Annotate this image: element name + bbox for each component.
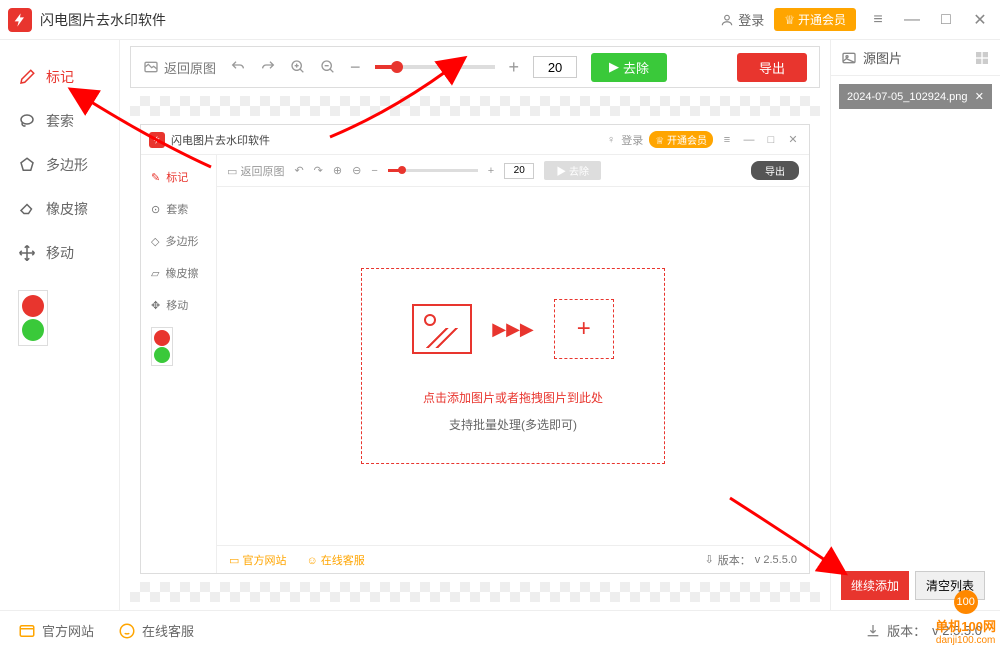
inner-redo-icon[interactable]: ↷: [314, 164, 323, 177]
remove-button[interactable]: ▶ 去除: [591, 53, 667, 82]
inner-color-green[interactable]: [154, 347, 170, 363]
footer: 官方网站 在线客服 版本：v 2.5.5.0: [0, 610, 1000, 650]
drop-text-2: 支持批量处理(多选即可): [412, 416, 614, 433]
tool-polygon[interactable]: 多边形: [0, 143, 119, 187]
inner-min[interactable]: —: [741, 134, 757, 146]
inner-tool-polygon[interactable]: ◇多边形: [141, 225, 216, 257]
color-green[interactable]: [22, 319, 44, 341]
inner-login[interactable]: 登录: [621, 132, 643, 148]
inner-tool-eraser[interactable]: ▱橡皮擦: [141, 257, 216, 289]
minimize-button[interactable]: —: [900, 8, 924, 32]
crown-icon: ♕: [784, 13, 795, 27]
redo-icon[interactable]: [260, 59, 276, 75]
inner-undo-icon[interactable]: ↶: [294, 164, 303, 177]
inner-service-link[interactable]: ☺ 在线客服: [306, 552, 364, 568]
image-icon: [841, 50, 857, 66]
triple-arrow-icon: ▶▶▶: [492, 319, 534, 340]
left-sidebar: 标记 套索 多边形 橡皮擦 移动: [0, 40, 120, 610]
app-logo: [8, 8, 32, 32]
inner-max[interactable]: □: [763, 134, 779, 146]
app-title: 闪电图片去水印软件: [40, 10, 720, 30]
plus-icon[interactable]: +: [509, 57, 520, 78]
inner-version: ⇩ 版本：v 2.5.5.0: [705, 552, 797, 568]
inner-remove-btn[interactable]: ▶ 去除: [544, 161, 601, 180]
undo-icon[interactable]: [230, 59, 246, 75]
remove-label: 去除: [623, 58, 649, 77]
drop-text-1: 点击添加图片或者拖拽图片到此处: [412, 389, 614, 406]
tool-move[interactable]: 移动: [0, 231, 119, 275]
inner-slider[interactable]: [388, 169, 478, 172]
tool-eraser[interactable]: 橡皮擦: [0, 187, 119, 231]
back-to-original[interactable]: 返回原图: [143, 58, 216, 77]
file-name: 2024-07-05_102924.png: [847, 91, 968, 103]
inner-title: 闪电图片去水印软件: [171, 132, 607, 148]
add-box-icon: +: [554, 299, 614, 359]
menu-button[interactable]: ≡: [866, 8, 890, 32]
login-button[interactable]: 登录: [720, 10, 764, 29]
inner-tool-move[interactable]: ✥移动: [141, 289, 216, 321]
tool-eraser-label: 橡皮擦: [46, 199, 88, 219]
inner-tool-lasso[interactable]: ⊙套索: [141, 193, 216, 225]
site-label: 官方网站: [42, 621, 94, 640]
inner-export-btn[interactable]: 导出: [751, 161, 799, 180]
brush-slider[interactable]: [375, 65, 495, 69]
inner-site-link[interactable]: ▭ 官方网站: [229, 552, 286, 568]
right-panel: 源图片 2024-07-05_102924.png ✕ 继续添加 清空列表: [830, 40, 1000, 610]
inner-size-input[interactable]: [504, 163, 534, 179]
export-button[interactable]: 导出: [737, 53, 807, 82]
inner-menu[interactable]: ≡: [719, 134, 735, 146]
login-label: 登录: [738, 10, 764, 29]
toolbar: 返回原图 − + ▶ 去除 导出: [130, 46, 820, 88]
tool-lasso[interactable]: 套索: [0, 99, 119, 143]
tool-polygon-label: 多边形: [46, 155, 88, 175]
inner-zoomout-icon[interactable]: ⊖: [352, 164, 361, 177]
slider-thumb[interactable]: [391, 61, 403, 73]
inner-vip[interactable]: ♕ 开通会员: [649, 131, 713, 148]
inner-zoomin-icon[interactable]: ⊕: [333, 164, 342, 177]
image-placeholder-icon: [412, 304, 472, 354]
grid-icon[interactable]: [974, 50, 990, 66]
tool-move-label: 移动: [46, 243, 74, 263]
tool-marker-label: 标记: [46, 67, 74, 87]
vip-label: 开通会员: [798, 11, 846, 28]
watermark: 100 单机100网 danji100.com: [935, 590, 996, 646]
color-picker: [18, 290, 48, 346]
zoom-in-icon[interactable]: [290, 59, 306, 75]
panel-title: 源图片: [863, 48, 902, 67]
inner-back[interactable]: ▭ 返回原图: [227, 163, 284, 179]
maximize-button[interactable]: □: [934, 8, 958, 32]
file-remove-icon[interactable]: ✕: [975, 90, 984, 103]
watermark-logo: 100: [954, 590, 978, 614]
inner-tool-marker[interactable]: ✎标记: [141, 161, 216, 193]
watermark-text: 单机100网: [935, 616, 996, 635]
inner-color-red[interactable]: [154, 330, 170, 346]
brush-size-input[interactable]: [533, 56, 577, 78]
tool-marker[interactable]: 标记: [0, 55, 119, 99]
inner-user-icon: ♀: [607, 134, 615, 146]
drop-zone[interactable]: ▶▶▶ + 点击添加图片或者拖拽图片到此处 支持批量处理(多选即可): [217, 187, 809, 545]
vip-button[interactable]: ♕ 开通会员: [774, 8, 856, 31]
close-button[interactable]: ✕: [968, 8, 992, 32]
online-service-link[interactable]: 在线客服: [118, 621, 194, 640]
inner-close[interactable]: ✕: [785, 133, 801, 146]
play-icon: ▶: [609, 59, 619, 75]
inner-window: 闪电图片去水印软件 ♀ 登录 ♕ 开通会员 ≡ — □ ✕ ✎标记 ⊙套索: [140, 124, 810, 574]
color-red[interactable]: [22, 295, 44, 317]
file-item[interactable]: 2024-07-05_102924.png ✕: [839, 84, 992, 109]
zoom-out-icon[interactable]: [320, 59, 336, 75]
back-label: 返回原图: [164, 58, 216, 77]
minus-icon[interactable]: −: [350, 57, 361, 78]
tool-lasso-label: 套索: [46, 111, 74, 131]
watermark-url: danji100.com: [935, 635, 996, 646]
service-label: 在线客服: [142, 621, 194, 640]
official-site-link[interactable]: 官方网站: [18, 621, 94, 640]
continue-add-button[interactable]: 继续添加: [841, 571, 909, 600]
canvas-area: 闪电图片去水印软件 ♀ 登录 ♕ 开通会员 ≡ — □ ✕ ✎标记 ⊙套索: [130, 96, 820, 602]
titlebar: 闪电图片去水印软件 登录 ♕ 开通会员 ≡ — □ ✕: [0, 0, 1000, 40]
